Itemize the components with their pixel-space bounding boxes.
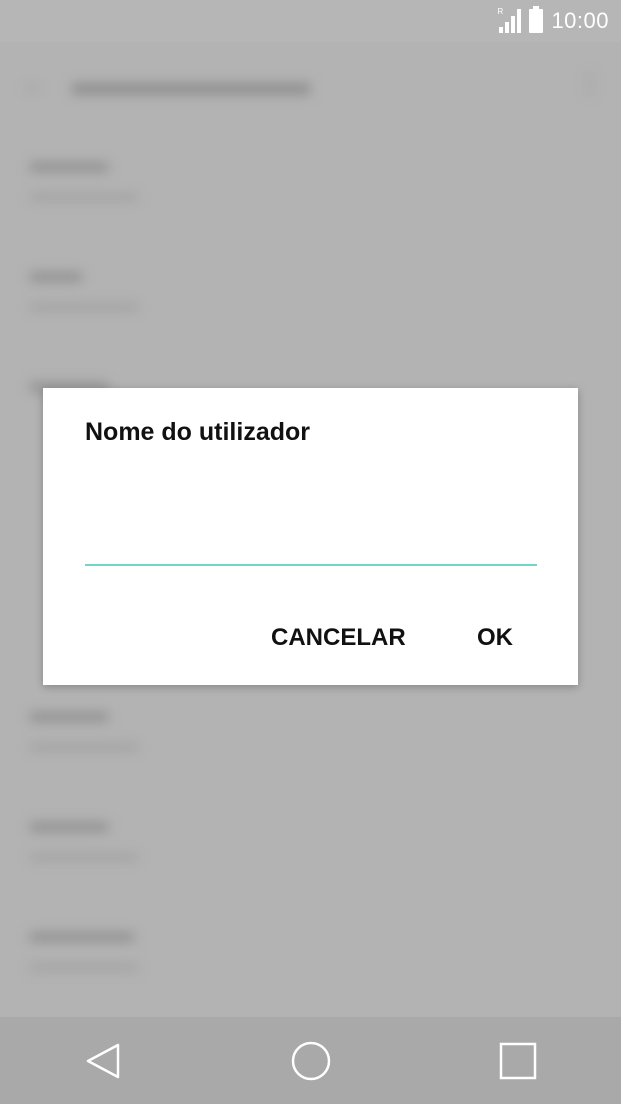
- background-list-item: ▬▬ ▬▬▬▬▬▬: [30, 257, 138, 314]
- home-icon[interactable]: [281, 1031, 341, 1091]
- ok-button[interactable]: OK: [477, 624, 513, 652]
- battery-icon: [529, 6, 544, 33]
- background-back-arrow-icon: ←: [20, 67, 48, 99]
- background-title: ▬▬▬▬▬▬▬: [72, 64, 310, 102]
- navigation-bar: [0, 1017, 621, 1104]
- dialog-title: Nome do utilizador: [85, 418, 310, 446]
- signal-icon: R: [497, 7, 522, 33]
- username-input[interactable]: [85, 508, 537, 566]
- background-list-item: ▬▬▬ ▬▬▬▬▬▬: [30, 697, 138, 754]
- status-bar: R 10:00: [0, 0, 621, 42]
- cancel-button[interactable]: CANCELAR: [271, 624, 406, 652]
- username-dialog: Nome do utilizador CANCELAR OK: [43, 388, 578, 685]
- status-time: 10:00: [551, 8, 609, 33]
- background-overflow-menu-icon: [587, 72, 595, 98]
- background-list-item: ▬▬▬ ▬▬▬▬▬▬: [30, 147, 138, 204]
- background-header: ← ▬▬▬▬▬▬▬: [20, 64, 310, 103]
- background-list-item: ▬▬▬ ▬▬▬▬▬▬: [30, 807, 138, 864]
- recents-icon[interactable]: [488, 1031, 548, 1091]
- back-icon[interactable]: [74, 1031, 134, 1091]
- background-list-item: ▬▬▬▬ ▬▬▬▬▬▬: [30, 917, 138, 974]
- status-icons: R 10:00: [497, 6, 609, 36]
